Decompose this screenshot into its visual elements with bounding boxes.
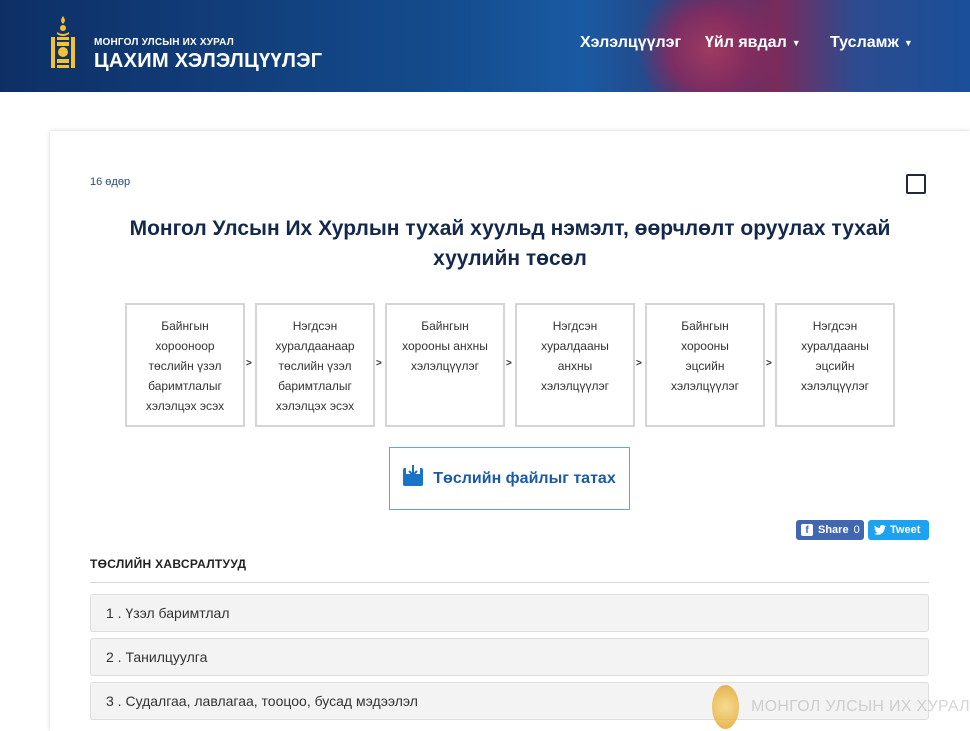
bill-card: 16 өдөр Монгол Улсын Их Хурлын тухай хуу… bbox=[50, 131, 970, 731]
step-item: Байнгын хорооны эцсийн хэлэлцүүлэг bbox=[645, 303, 765, 427]
step-label: Нэгдсэн хуралдаанаар төслийн үзэл баримт… bbox=[275, 319, 355, 413]
download-label: Төслийн файлыг татах bbox=[433, 469, 616, 487]
facebook-share-label: Share bbox=[818, 524, 849, 536]
caret-down-icon: ▼ bbox=[903, 37, 913, 48]
facebook-share-button[interactable]: f Share 0 bbox=[796, 520, 864, 540]
nav-item-events[interactable]: Үйл явдал ▼ bbox=[705, 34, 801, 52]
site-header: МОНГОЛ УЛСЫН ИХ ХУРАЛ ЦАХИМ ХЭЛЭЛЦҮҮЛЭГ … bbox=[0, 0, 970, 92]
step-item: Нэгдсэн хуралдаанаар төслийн үзэл баримт… bbox=[255, 303, 375, 427]
days-left: 16 өдөр bbox=[90, 176, 131, 188]
download-file-button[interactable]: Төслийн файлыг татах bbox=[389, 447, 630, 510]
seal-icon bbox=[712, 685, 739, 729]
step-label: Байнгын хорооноор төслийн үзэл баримтлал… bbox=[145, 319, 225, 413]
tweet-button[interactable]: Tweet bbox=[868, 520, 929, 540]
twitter-icon bbox=[874, 525, 886, 535]
step-label: Байнгын хорооны анхны хэлэлцүүлэг bbox=[402, 319, 488, 373]
caret-down-icon: ▼ bbox=[791, 37, 801, 48]
attachment-label: 3 . Судалгаа, лавлагаа, тооцоо, бусад мэ… bbox=[106, 693, 418, 709]
facebook-share-count: 0 bbox=[853, 524, 860, 536]
nav-item-help[interactable]: Тусламж ▼ bbox=[830, 34, 913, 52]
step-separator: > bbox=[766, 358, 772, 369]
step-label: Байнгын хорооны эцсийн хэлэлцүүлэг bbox=[670, 319, 740, 393]
nav-label: Тусламж bbox=[830, 34, 899, 51]
attachment-label: 2 . Танилцуулга bbox=[106, 649, 208, 665]
step-item: Байнгын хорооны анхны хэлэлцүүлэг bbox=[385, 303, 505, 427]
facebook-icon: f bbox=[801, 524, 813, 536]
brand-subtitle: МОНГОЛ УЛСЫН ИХ ХУРАЛ bbox=[94, 37, 234, 48]
step-label: Нэгдсэн хуралдааны анхны хэлэлцүүлэг bbox=[540, 319, 610, 393]
step-label: Нэгдсэн хуралдааны эцсийн хэлэлцүүлэг bbox=[800, 319, 870, 393]
attachment-item[interactable]: 1 . Үзэл баримтлал bbox=[90, 594, 929, 632]
step-separator: > bbox=[506, 358, 512, 369]
step-separator: > bbox=[246, 358, 252, 369]
bill-title: Монгол Улсын Их Хурлын тухай хуульд нэмэ… bbox=[129, 217, 891, 270]
step-separator: > bbox=[376, 358, 382, 369]
nav-label: Хэлэлцүүлэг bbox=[580, 34, 682, 51]
download-icon bbox=[403, 463, 424, 486]
attachment-item[interactable]: 2 . Танилцуулга bbox=[90, 638, 929, 676]
nav-item-discussions[interactable]: Хэлэлцүүлэг bbox=[580, 34, 681, 52]
soyombo-logo-icon[interactable] bbox=[48, 14, 78, 70]
step-item: Байнгын хорооноор төслийн үзэл баримтлал… bbox=[125, 303, 245, 427]
divider bbox=[90, 582, 929, 583]
brand-title[interactable]: ЦАХИМ ХЭЛЭЛЦҮҮЛЭГ bbox=[94, 50, 322, 73]
attachments-heading: ТӨСЛИЙН ХАВСРАЛТУУД bbox=[90, 557, 247, 571]
attachment-label: 1 . Үзэл баримтлал bbox=[106, 605, 230, 621]
tweet-label: Tweet bbox=[890, 524, 921, 536]
follow-checkbox[interactable] bbox=[906, 174, 926, 194]
watermark-text: МОНГОЛ УЛСЫН ИХ ХУРАЛ bbox=[750, 698, 970, 715]
step-separator: > bbox=[636, 358, 642, 369]
step-item: Нэгдсэн хуралдааны эцсийн хэлэлцүүлэг bbox=[775, 303, 895, 427]
parliament-watermark: МОНГОЛ УЛСЫН ИХ ХУРАЛ bbox=[712, 683, 970, 731]
nav-label: Үйл явдал bbox=[705, 34, 787, 51]
step-item: Нэгдсэн хуралдааны анхны хэлэлцүүлэг bbox=[515, 303, 635, 427]
